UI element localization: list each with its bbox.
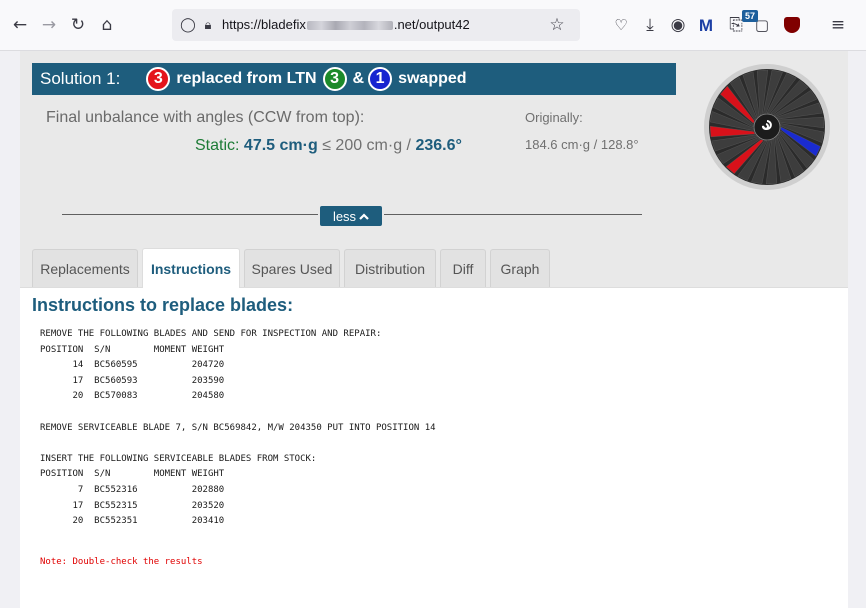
ublock-icon[interactable]: [780, 13, 804, 37]
chevron-up-icon: [359, 209, 369, 224]
original-label: Originally:: [525, 110, 583, 125]
lock-icon[interactable]: 🔒︎: [196, 13, 220, 37]
divider-right: [384, 214, 642, 215]
url-path: .net/output42: [393, 17, 470, 32]
tab-spares-used[interactable]: Spares Used: [244, 249, 340, 287]
url-redaction: [306, 21, 393, 31]
replaced-text: replaced from LTN: [176, 70, 317, 87]
tab-bar: Replacements Instructions Spares Used Di…: [20, 247, 848, 288]
tab-instructions[interactable]: Instructions: [142, 248, 240, 288]
static-label: Static:: [195, 137, 240, 154]
ampersand: &: [352, 70, 365, 87]
tab-distribution[interactable]: Distribution: [344, 249, 436, 287]
static-angle: 236.6°: [415, 137, 462, 154]
home-icon[interactable]: ⌂: [95, 13, 119, 37]
swapped-text: swapped: [398, 70, 467, 87]
less-toggle-button[interactable]: less: [320, 206, 382, 226]
rotor-diagram: [704, 64, 830, 190]
malwarebytes-icon[interactable]: M: [694, 13, 718, 37]
account-icon[interactable]: ◉: [666, 13, 690, 37]
unbalance-label: Final unbalance with angles (CCW from to…: [46, 109, 365, 126]
instructions-title: Instructions to replace blades:: [32, 295, 294, 315]
bookmark-star-icon[interactable]: ☆: [545, 13, 569, 37]
solution-bar: Solution 1: 3 replaced from LTN 3 & 1 sw…: [32, 63, 676, 95]
url-host: https://bladefix: [222, 17, 306, 32]
solution-title: Solution 1:: [40, 69, 121, 88]
url-text[interactable]: https://bladefix .net/output42: [222, 17, 470, 32]
ltn-count-badge: 3: [322, 67, 347, 91]
download-icon[interactable]: ⤓: [638, 13, 662, 37]
note-text: Note: Double-check the results: [40, 557, 203, 567]
original-value: 184.6 cm·g / 128.8°: [525, 137, 639, 152]
static-limit: ≤ 200 cm·g /: [322, 137, 411, 154]
reload-icon[interactable]: ↻: [66, 13, 90, 37]
swapped-count-badge: 1: [368, 67, 393, 91]
tab-replacements[interactable]: Replacements: [32, 249, 138, 287]
static-value: 47.5 cm·g: [243, 137, 318, 154]
back-arrow-icon[interactable]: ←: [8, 13, 32, 37]
page-content: Solution 1: 3 replaced from LTN 3 & 1 sw…: [20, 51, 848, 608]
replaced-count-badge: 3: [146, 67, 171, 91]
instructions-text: REMOVE THE FOLLOWING BLADES AND SEND FOR…: [40, 329, 436, 527]
menu-icon[interactable]: ≡: [826, 13, 850, 37]
extension-badge: 57: [742, 10, 759, 22]
browser-toolbar: ← → ↻ ⌂ ◯ 🔒︎ https://bladefix .net/output…: [0, 0, 866, 51]
forward-arrow-icon[interactable]: →: [37, 13, 61, 37]
tab-diff[interactable]: Diff: [440, 249, 486, 287]
tab-graph[interactable]: Graph: [490, 249, 550, 287]
pocket-icon[interactable]: ♡: [609, 13, 633, 37]
divider-left: [62, 214, 318, 215]
solution-panel: Solution 1: 3 replaced from LTN 3 & 1 sw…: [20, 51, 848, 288]
less-label: less: [332, 208, 357, 224]
address-bar[interactable]: ◯ 🔒︎ https://bladefix .net/output42: [172, 9, 580, 41]
static-unbalance: Static: 47.5 cm·g ≤ 200 cm·g / 236.6°: [195, 137, 462, 155]
